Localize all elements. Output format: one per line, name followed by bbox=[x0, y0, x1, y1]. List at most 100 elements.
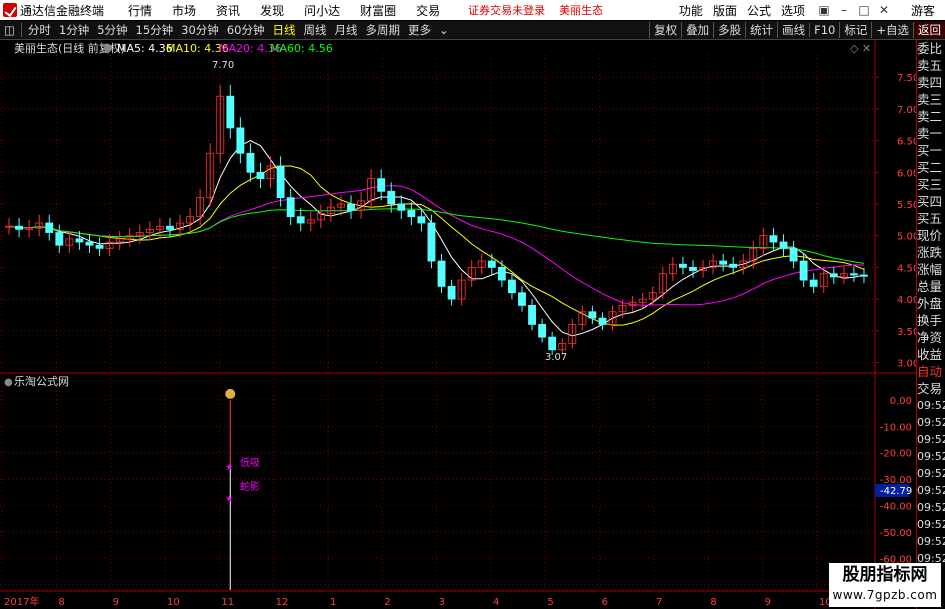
indicator-settings-icon[interactable]: ● bbox=[4, 377, 13, 388]
candle-body bbox=[427, 222, 436, 262]
menu-item-trade[interactable]: 交易 bbox=[416, 2, 440, 19]
candle-body bbox=[789, 247, 798, 262]
trade-time: 09:52 bbox=[917, 501, 945, 514]
overlay-button[interactable]: 叠加 bbox=[681, 22, 713, 38]
price-tick-label: 3.00 bbox=[897, 358, 916, 369]
app-title: 通达信金融终端 bbox=[20, 3, 105, 18]
trade-time: 09:52 bbox=[917, 518, 945, 531]
menu-item-layout[interactable]: 版面 bbox=[713, 2, 737, 19]
candle-body bbox=[689, 266, 697, 271]
mark-button[interactable]: 标记 bbox=[839, 22, 871, 38]
menu-item-discover[interactable]: 发现 bbox=[260, 2, 284, 19]
indicator-tick-label: 0.00 bbox=[890, 396, 912, 407]
tab-more[interactable]: 更多 bbox=[404, 22, 435, 38]
tab-30min[interactable]: 30分钟 bbox=[177, 22, 223, 38]
quote-label: 买四 bbox=[917, 194, 943, 209]
candle-body bbox=[276, 165, 285, 199]
skin-icon[interactable]: ▣ bbox=[815, 3, 833, 17]
expand-icon[interactable]: ◇ ✕ bbox=[850, 42, 871, 55]
menu-item-market[interactable]: 行情 bbox=[128, 2, 152, 19]
ma10-line bbox=[8, 165, 865, 326]
quote-label: 收益 bbox=[917, 347, 943, 362]
candle-body bbox=[226, 95, 235, 129]
signal-snake-label: 蛇影 bbox=[240, 480, 260, 493]
quote-label: 卖三 bbox=[917, 92, 943, 107]
price-tick-label: 5.50 bbox=[897, 200, 916, 211]
candle-body bbox=[487, 260, 496, 268]
ma5-line bbox=[8, 140, 865, 337]
adjust-button[interactable]: 复权 bbox=[649, 22, 681, 38]
statistics-button[interactable]: 统计 bbox=[745, 22, 777, 38]
candle-body bbox=[588, 311, 597, 319]
tab-5min[interactable]: 5分钟 bbox=[93, 22, 131, 38]
candle-body bbox=[447, 286, 456, 300]
minimize-icon[interactable]: – bbox=[835, 3, 853, 17]
close-icon[interactable]: ✕ bbox=[875, 3, 893, 17]
x-axis-label: 10 bbox=[167, 597, 180, 608]
trade-login-warning[interactable]: 证券交易未登录 bbox=[468, 2, 545, 18]
candle-body bbox=[497, 266, 506, 281]
candle-body bbox=[347, 203, 355, 211]
maximize-icon[interactable]: □ bbox=[855, 3, 873, 17]
candle-body bbox=[809, 279, 818, 287]
candle-body bbox=[407, 209, 416, 218]
candle-body bbox=[45, 222, 54, 233]
menu-item-formula[interactable]: 公式 bbox=[747, 2, 771, 19]
tab-daily[interactable]: 日线 bbox=[268, 22, 299, 38]
candle-body bbox=[377, 178, 386, 192]
chevron-down-icon[interactable]: ⌄ bbox=[435, 23, 453, 37]
settings-icon[interactable] bbox=[104, 44, 112, 52]
indicator-tick-label: -10.00 bbox=[880, 422, 912, 433]
price-tick-label: 7.00 bbox=[897, 105, 916, 116]
tab-60min[interactable]: 60分钟 bbox=[223, 22, 269, 38]
menu-item-options[interactable]: 选项 bbox=[781, 2, 805, 19]
tab-intraday[interactable]: 分时 bbox=[24, 22, 55, 38]
f10-button[interactable]: F10 bbox=[809, 23, 839, 37]
tab-weekly[interactable]: 周线 bbox=[299, 22, 330, 38]
ma60-label: MA60: 4.56 bbox=[270, 42, 333, 55]
candle-body bbox=[85, 241, 94, 246]
tab-multi-period[interactable]: 多周期 bbox=[361, 22, 404, 38]
trade-time: 09:52 bbox=[917, 399, 945, 412]
back-button[interactable]: 返回 bbox=[913, 22, 945, 38]
guest-label[interactable]: 游客 bbox=[911, 2, 935, 19]
draw-line-button[interactable]: 画线 bbox=[777, 22, 809, 38]
x-axis-label: 9 bbox=[765, 597, 771, 608]
indicator-tick-label: -50.00 bbox=[880, 528, 912, 539]
auto-trade-label: 自动 bbox=[917, 364, 943, 379]
quote-label: 买一 bbox=[917, 143, 943, 158]
tab-monthly[interactable]: 月线 bbox=[330, 22, 361, 38]
x-axis-label: 7 bbox=[656, 597, 662, 608]
candle-body bbox=[548, 336, 557, 351]
trade-time: 09:52 bbox=[917, 535, 945, 548]
menu-bar: 通达信金融终端 行情 市场 资讯 发现 问小达 财富圈 交易 证券交易未登录 美… bbox=[0, 0, 945, 20]
candle-body bbox=[508, 279, 516, 294]
tab-1min[interactable]: 1分钟 bbox=[55, 22, 93, 38]
x-axis-label: 12 bbox=[276, 597, 289, 608]
quote-label: 总量 bbox=[917, 279, 943, 294]
quote-label: 外盘 bbox=[917, 296, 943, 311]
indicator-tick-label: -40.00 bbox=[880, 502, 912, 513]
star-icon: ★ bbox=[225, 463, 233, 473]
multi-stock-button[interactable]: 多股 bbox=[713, 22, 745, 38]
candle-body bbox=[437, 260, 446, 287]
quote-label: 买五 bbox=[917, 211, 943, 226]
star-icon: ★ bbox=[225, 495, 233, 505]
menu-item-exchange[interactable]: 市场 bbox=[172, 2, 196, 19]
price-tick-label: 6.50 bbox=[897, 137, 916, 148]
price-tick-label: 5.00 bbox=[897, 232, 916, 243]
candle-body bbox=[769, 235, 778, 243]
tab-15min[interactable]: 15分钟 bbox=[132, 22, 178, 38]
toolbar-toggle-icon[interactable]: ◫ bbox=[0, 23, 19, 37]
x-axis-label: 2 bbox=[384, 597, 390, 608]
kline-chart[interactable]: 3.00 3.50 4.00 4.50 5.00 5.50 6.00 6.50 7.00 7.50… bbox=[0, 40, 919, 609]
menu-item-news[interactable]: 资讯 bbox=[216, 2, 240, 19]
add-favorite-button[interactable]: +自选 bbox=[871, 22, 913, 38]
menu-item-function[interactable]: 功能 bbox=[679, 2, 703, 19]
menu-item-ask[interactable]: 问小达 bbox=[304, 2, 340, 19]
candle-body bbox=[779, 241, 788, 249]
price-tick-label: 7.50 bbox=[897, 73, 916, 84]
menu-item-wealth[interactable]: 财富圈 bbox=[360, 2, 396, 19]
x-axis-label: 4 bbox=[493, 597, 499, 608]
candle-body bbox=[246, 152, 255, 173]
